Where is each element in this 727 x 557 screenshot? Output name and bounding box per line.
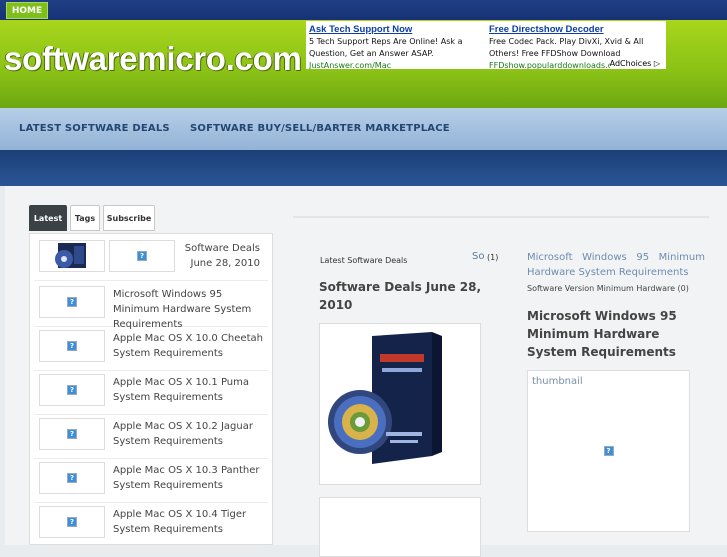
site-logo[interactable]: softwaremicro.com: [4, 40, 302, 78]
adchoices-link[interactable]: AdChoices ▷: [609, 59, 660, 68]
adchoices-icon: ▷: [653, 59, 660, 68]
ad-title[interactable]: Free Directshow Decoder: [489, 24, 659, 35]
tab-tags[interactable]: Tags: [70, 205, 100, 231]
software-box-icon: [40, 241, 104, 271]
adchoices-label: AdChoices: [609, 59, 652, 68]
broken-image-icon: ?: [67, 517, 77, 527]
list-item-title[interactable]: Apple Mac OS X 10.4 Tiger System Require…: [113, 507, 263, 537]
related-label[interactable]: So: [472, 251, 484, 262]
item-thumbnail[interactable]: ?: [39, 286, 105, 318]
list-item[interactable]: ? Apple Mac OS X 10.4 Tiger System Requi…: [34, 502, 268, 547]
main-nav: LATEST SOFTWARE DEALS SOFTWARE BUY/SELL/…: [0, 108, 727, 150]
software-box-icon: [320, 324, 480, 484]
list-item[interactable]: ? Apple Mac OS X 10.3 Panther System Req…: [34, 458, 268, 503]
ad-text: 5 Tech Support Reps Are Online! Ask a Qu…: [309, 37, 463, 58]
thumbnail-label: thumbnail: [532, 376, 583, 387]
tab-latest[interactable]: Latest: [29, 205, 67, 231]
post-category-label[interactable]: Latest Software Deals: [320, 256, 407, 265]
list-item[interactable]: ? Apple Mac OS X 10.1 Puma System Requir…: [34, 370, 268, 415]
ad-text: Free Codec Pack. Play DivXi, Xvid & All …: [489, 37, 644, 58]
nav-item-marketplace[interactable]: SOFTWARE BUY/SELL/BARTER MARKETPLACE: [190, 123, 450, 134]
content-divider: [293, 216, 709, 218]
item-thumbnail[interactable]: ?: [39, 330, 105, 362]
list-item[interactable]: ? Apple Mac OS X 10.0 Cheetah System Req…: [34, 326, 268, 371]
item-thumbnail[interactable]: ?: [109, 240, 175, 272]
header-band: [0, 150, 727, 186]
ad-item-1[interactable]: Ask Tech Support Now 5 Tech Support Reps…: [309, 24, 479, 69]
post-image[interactable]: [319, 497, 481, 557]
sidebar: Latest Tags Subscribe ? Software Deals J…: [29, 205, 276, 547]
home-button[interactable]: HOME: [6, 2, 48, 19]
tab-subscribe[interactable]: Subscribe: [103, 205, 155, 231]
top-bar: HOME: [0, 0, 727, 20]
item-thumbnail[interactable]: ?: [39, 418, 105, 450]
list-item[interactable]: ? Microsoft Windows 95 Minimum Hardware …: [34, 282, 268, 330]
item-thumbnail[interactable]: ?: [39, 462, 105, 494]
latest-list: ? Software Deals June 28, 2010 ? Microso…: [29, 233, 273, 547]
broken-image-icon: ?: [603, 446, 614, 456]
ad-banner: Ask Tech Support Now 5 Tech Support Reps…: [306, 21, 666, 69]
broken-image-icon: ?: [67, 385, 77, 395]
item-thumbnail[interactable]: ?: [39, 506, 105, 538]
ad-url[interactable]: JustAnswer.com/Mac: [309, 60, 479, 69]
item-thumbnail[interactable]: ?: [39, 374, 105, 406]
list-item-title[interactable]: Apple Mac OS X 10.3 Panther System Requi…: [113, 463, 263, 493]
related-count: (1): [487, 253, 499, 262]
list-item-title[interactable]: Apple Mac OS X 10.1 Puma System Requirem…: [113, 375, 263, 405]
item-thumbnail[interactable]: [39, 240, 105, 272]
nav-item-latest-software-deals[interactable]: LATEST SOFTWARE DEALS: [19, 123, 170, 134]
broken-image-icon: ?: [67, 429, 77, 439]
post-title[interactable]: Software Deals June 28, 2010: [319, 278, 489, 314]
post-image[interactable]: [319, 323, 481, 485]
list-item-title[interactable]: Apple Mac OS X 10.0 Cheetah System Requi…: [113, 331, 263, 361]
list-item-title[interactable]: Software Deals June 28, 2010: [182, 241, 260, 271]
related-snippet: Software Version Minimum Hardware (0): [527, 284, 689, 293]
list-item[interactable]: ? Apple Mac OS X 10.2 Jaguar System Requ…: [34, 414, 268, 459]
broken-image-icon: ?: [137, 251, 147, 261]
broken-image-icon: ?: [67, 473, 77, 483]
ad-title[interactable]: Ask Tech Support Now: [309, 24, 479, 35]
related-thumbnail[interactable]: thumbnail ?: [527, 370, 690, 532]
broken-image-icon: ?: [67, 297, 77, 307]
related-title[interactable]: Microsoft Windows 95 Minimum Hardware Sy…: [527, 307, 697, 361]
list-item-title[interactable]: Apple Mac OS X 10.2 Jaguar System Requir…: [113, 419, 263, 449]
list-item[interactable]: ? Software Deals June 28, 2010: [34, 236, 268, 281]
broken-image-icon: ?: [67, 341, 77, 351]
related-link[interactable]: Microsoft Windows 95 Minimum Hardware Sy…: [527, 250, 705, 280]
